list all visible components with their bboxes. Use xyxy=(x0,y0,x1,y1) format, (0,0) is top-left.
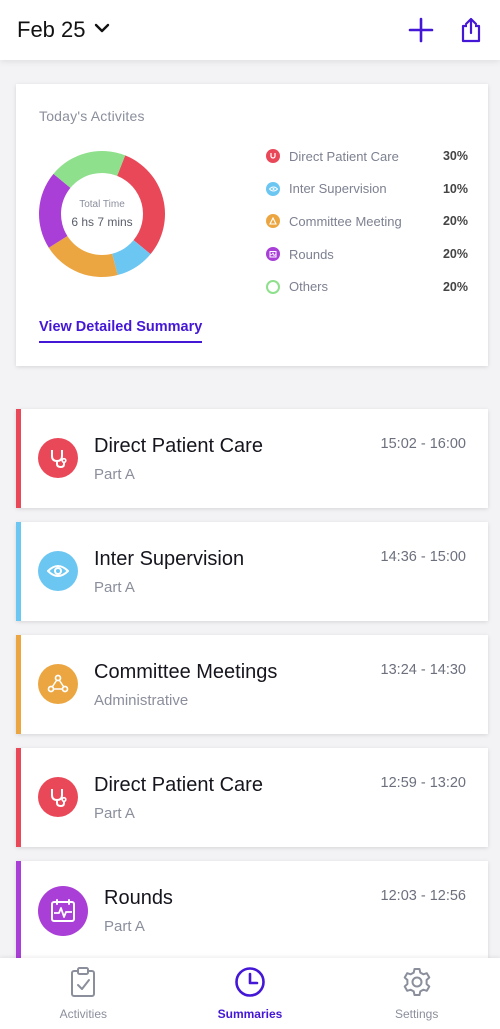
clock-icon xyxy=(234,966,266,1003)
meeting-icon xyxy=(266,214,280,229)
activity-time: 14:36 - 15:00 xyxy=(380,549,466,565)
view-detailed-summary-link[interactable]: View Detailed Summary xyxy=(39,319,203,343)
total-time-label: Total Time xyxy=(79,199,125,210)
legend-pct: 30% xyxy=(442,149,468,164)
donut-center: Total Time 6 hs 7 mins xyxy=(38,150,166,278)
rounds-icon xyxy=(38,886,88,936)
legend-pct: 20% xyxy=(442,247,468,262)
activity-time: 15:02 - 16:00 xyxy=(380,436,466,452)
chart-legend: Direct Patient Care 30% Inter Supervisio… xyxy=(266,140,468,303)
summary-title: Today's Activites xyxy=(39,108,145,124)
chevron-down-icon xyxy=(94,21,110,39)
total-time-value: 6 hs 7 mins xyxy=(71,215,133,229)
activity-time: 12:59 - 13:20 xyxy=(380,775,466,791)
activity-subtitle: Part A xyxy=(104,918,145,935)
clipboard-check-icon xyxy=(69,966,97,1003)
activity-title: Committee Meetings xyxy=(94,661,278,683)
tab-activities[interactable]: Activities xyxy=(3,958,163,1029)
legend-pct: 20% xyxy=(442,279,468,294)
meeting-icon xyxy=(38,664,78,704)
activity-time: 13:24 - 14:30 xyxy=(380,662,466,678)
date-picker[interactable]: Feb 25 xyxy=(17,17,110,43)
activity-card[interactable]: Direct Patient Care Part A 15:02 - 16:00 xyxy=(16,409,488,508)
activity-card[interactable]: Committee Meetings Administrative 13:24 … xyxy=(16,635,488,734)
legend-name: Direct Patient Care xyxy=(289,148,399,164)
activity-title: Inter Supervision xyxy=(94,548,245,570)
legend-name: Committee Meeting xyxy=(289,213,402,229)
activity-card[interactable]: Inter Supervision Part A 14:36 - 15:00 xyxy=(16,522,488,621)
legend-item-inter-supervision: Inter Supervision 10% xyxy=(266,173,468,206)
legend-item-committee-meeting: Committee Meeting 20% xyxy=(266,205,468,238)
tab-summaries[interactable]: Summaries xyxy=(170,958,330,1029)
eye-icon xyxy=(38,551,78,591)
activity-title: Rounds xyxy=(104,887,173,909)
activity-subtitle: Administrative xyxy=(94,692,189,709)
tab-label: Settings xyxy=(394,1007,439,1021)
rounds-icon xyxy=(266,247,280,262)
activity-subtitle: Part A xyxy=(94,805,135,822)
stethoscope-icon xyxy=(266,149,280,164)
tab-label: Summaries xyxy=(217,1007,283,1021)
legend-item-rounds: Rounds 20% xyxy=(266,238,468,271)
stethoscope-icon xyxy=(38,777,78,817)
legend-item-direct-patient-care: Direct Patient Care 30% xyxy=(266,140,468,173)
legend-name: Inter Supervision xyxy=(289,181,387,197)
bottom-tab-bar: Activities Summaries Settings xyxy=(0,958,500,1029)
date-label: Feb 25 xyxy=(17,17,86,42)
stethoscope-icon xyxy=(38,438,78,478)
plus-icon[interactable] xyxy=(408,17,434,43)
legend-name: Others xyxy=(289,279,329,295)
legend-pct: 10% xyxy=(442,181,468,196)
activity-title: Direct Patient Care xyxy=(94,774,263,796)
summary-card: Today's Activites Total Time 6 hs 7 mins… xyxy=(16,84,488,366)
tab-label: Activities xyxy=(59,1007,107,1021)
eye-icon xyxy=(266,181,280,196)
gear-icon xyxy=(401,966,433,1003)
legend-pct: 20% xyxy=(442,214,468,229)
legend-name: Rounds xyxy=(289,246,334,262)
activity-subtitle: Part A xyxy=(94,579,135,596)
activity-time: 12:03 - 12:56 xyxy=(380,888,466,904)
activity-card[interactable]: Rounds Part A 12:03 - 12:56 xyxy=(16,861,488,958)
tab-settings[interactable]: Settings xyxy=(337,958,497,1029)
activity-subtitle: Part A xyxy=(94,466,135,483)
circle-icon xyxy=(266,279,280,294)
share-icon[interactable] xyxy=(460,17,482,43)
activity-title: Direct Patient Care xyxy=(94,435,263,457)
activity-card[interactable]: Direct Patient Care Part A 12:59 - 13:20 xyxy=(16,748,488,847)
top-bar: Feb 25 xyxy=(0,0,500,60)
legend-item-others: Others 20% xyxy=(266,270,468,303)
